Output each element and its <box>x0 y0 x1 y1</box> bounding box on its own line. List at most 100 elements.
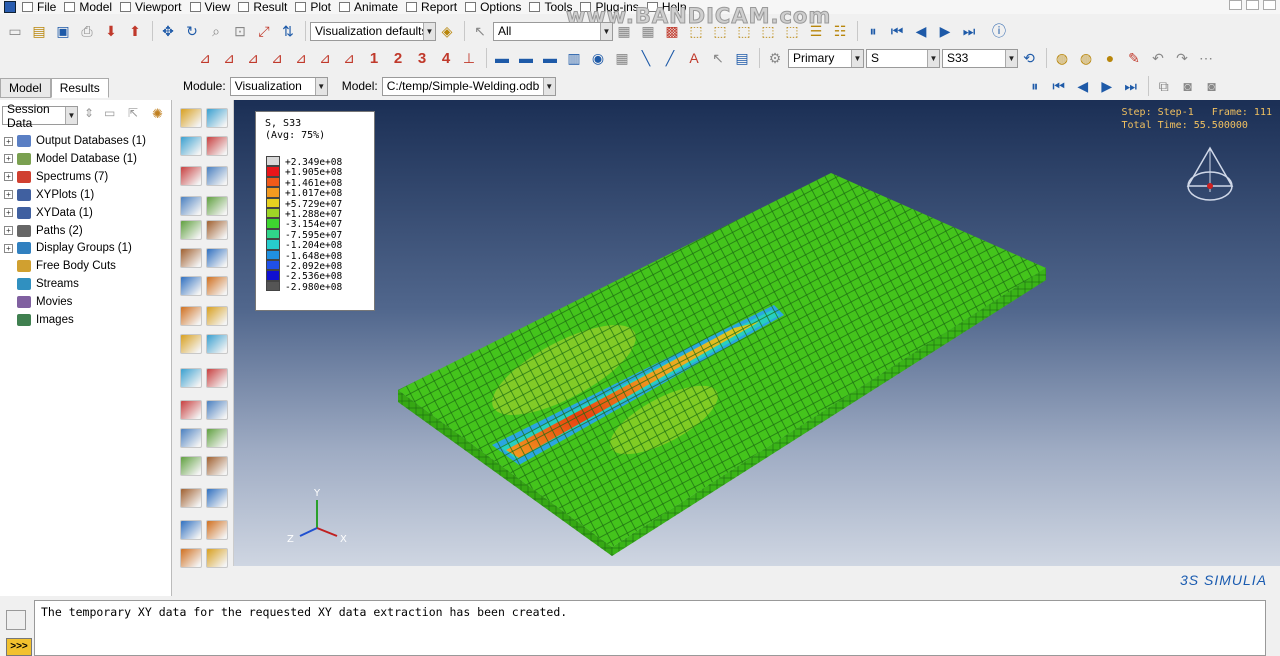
camera-icon[interactable]: ◙ <box>1201 76 1223 96</box>
render-number-2[interactable]: 2 <box>386 50 410 67</box>
tree-item[interactable]: + Model Database (1) <box>0 150 137 168</box>
menu-options[interactable]: Options <box>465 0 529 14</box>
viewport[interactable]: S, S33 (Avg: 75%) +2.349e+08 +1.905e+08 +1… <box>234 100 1280 566</box>
toolbox-tool-icon[interactable] <box>206 276 228 296</box>
display-group-icon[interactable]: ● <box>1099 48 1121 68</box>
toolbox-tool-icon[interactable] <box>180 548 202 568</box>
render-shaded-icon[interactable]: ▥ <box>563 48 585 68</box>
render-number-1[interactable]: 1 <box>362 50 386 67</box>
first-frame-icon[interactable]: ⏮ <box>1048 76 1070 96</box>
toolbox-tool-icon[interactable] <box>206 428 228 448</box>
toolbox-tool-icon[interactable] <box>206 456 228 476</box>
expand-toggle-icon[interactable]: + <box>4 243 13 253</box>
toolbox-tool-icon[interactable] <box>206 548 228 568</box>
menu-viewport[interactable]: Viewport <box>120 0 189 14</box>
expand-toggle-icon[interactable]: + <box>4 190 13 200</box>
toolbox-tool-icon[interactable] <box>180 276 202 296</box>
toolbox-tool-icon[interactable] <box>180 306 202 326</box>
render-filled-icon[interactable]: ▬ <box>539 48 561 68</box>
expand-toggle-icon[interactable]: + <box>4 172 13 182</box>
tools-icon[interactable]: ✎ <box>1123 48 1145 68</box>
grid-icon[interactable]: ▦ <box>611 48 633 68</box>
first-frame-icon[interactable]: ⏮ <box>886 21 908 41</box>
toolbox-tool-icon[interactable] <box>206 166 228 186</box>
expand-toggle-icon[interactable]: + <box>4 208 13 218</box>
pan-icon[interactable]: ✥ <box>157 21 179 41</box>
toolbox-tool-icon[interactable] <box>180 248 202 268</box>
selection-option-icon[interactable]: ▩ <box>661 21 683 41</box>
toolbox-tool-icon[interactable] <box>206 368 228 388</box>
selection-option-icon[interactable]: ▦ <box>613 21 635 41</box>
tree-item[interactable]: Free Body Cuts <box>0 257 116 275</box>
tree-item[interactable]: + Spectrums (7) <box>0 168 108 186</box>
toolbox-tool-icon[interactable] <box>206 248 228 268</box>
view-cube-icon[interactable]: ⬚ <box>733 21 755 41</box>
open-file-icon[interactable]: ▤ <box>28 21 50 41</box>
menu-view[interactable]: View <box>189 0 239 14</box>
magnify-icon[interactable]: ⌕ <box>205 21 227 41</box>
import-icon[interactable]: ⬇ <box>100 21 122 41</box>
undo-icon[interactable]: ↶ <box>1147 48 1169 68</box>
view-cube-icon[interactable]: ⬚ <box>781 21 803 41</box>
tree-item[interactable]: Streams <box>0 275 79 293</box>
toolbox-tool-icon[interactable] <box>206 488 228 508</box>
info-icon[interactable]: ⓘ <box>988 21 1010 41</box>
abaqus-app-icon[interactable] <box>4 1 16 13</box>
perspective-icon[interactable]: ◉ <box>587 48 609 68</box>
tree-item[interactable]: + Output Databases (1) <box>0 132 146 150</box>
view-zy-icon[interactable]: ⊿ <box>314 48 336 68</box>
filter-icon[interactable]: ⇕ <box>84 106 94 120</box>
selection-option-icon[interactable]: ▦ <box>637 21 659 41</box>
menu-model[interactable]: Model <box>64 0 120 14</box>
view-cube-icon[interactable]: ⬚ <box>709 21 731 41</box>
export-movie-icon[interactable]: ⧉ <box>1153 76 1175 96</box>
toolbox-tool-icon[interactable] <box>180 196 202 216</box>
triad-view-icon[interactable]: ⊥ <box>458 48 480 68</box>
print-icon[interactable]: ⎙ <box>76 21 98 41</box>
toolbox-tool-icon[interactable] <box>206 334 228 354</box>
minimize-icon[interactable] <box>1229 0 1242 10</box>
render-number-3[interactable]: 3 <box>410 50 434 67</box>
tree-item[interactable]: + XYData (1) <box>0 204 93 222</box>
collapse-icon[interactable]: ⇱ <box>128 106 138 120</box>
more-icon[interactable]: ⋯ <box>1195 48 1217 68</box>
view-compass[interactable] <box>1186 146 1234 201</box>
module-select[interactable]: Visualization ▼ <box>229 76 328 96</box>
prev-frame-icon[interactable]: ◀ <box>910 21 932 41</box>
view-iso-icon[interactable]: ⊿ <box>266 48 288 68</box>
view-defaults-select[interactable]: Visualization defaults ▼ <box>310 21 436 41</box>
session-data-select[interactable]: Session Data ▼ <box>2 102 78 130</box>
ruler-icon[interactable]: ☷ <box>829 21 851 41</box>
view-cube-icon[interactable]: ⬚ <box>757 21 779 41</box>
variable-type-select[interactable]: Primary ▼ <box>788 48 864 68</box>
tree-item[interactable]: + Display Groups (1) <box>0 239 132 257</box>
menu-report[interactable]: Report <box>406 0 465 14</box>
view-xy-icon[interactable]: ⊿ <box>194 48 216 68</box>
select-cursor-icon[interactable]: ↖ <box>469 21 491 41</box>
toolbox-tool-icon[interactable] <box>180 166 202 186</box>
last-frame-icon[interactable]: ⏭ <box>1120 76 1142 96</box>
model-plot[interactable]: Y X Z <box>234 100 1280 566</box>
menu-plot[interactable]: Plot <box>295 0 339 14</box>
last-frame-icon[interactable]: ⏭ <box>958 21 980 41</box>
next-frame-icon[interactable]: ▶ <box>934 21 956 41</box>
render-hidden-icon[interactable]: ▬ <box>515 48 537 68</box>
toolbox-tool-icon[interactable] <box>180 400 202 420</box>
ruler-icon[interactable]: ☰ <box>805 21 827 41</box>
toolbox-tool-icon[interactable] <box>180 368 202 388</box>
tree-item[interactable]: + Paths (2) <box>0 222 83 240</box>
save-icon[interactable]: ▣ <box>52 21 74 41</box>
cycle-views-icon[interactable]: ⇅ <box>277 21 299 41</box>
menu-animate[interactable]: Animate <box>339 0 406 14</box>
toolbox-tool-icon[interactable] <box>180 428 202 448</box>
new-file-icon[interactable]: ▭ <box>4 21 26 41</box>
toolbox-tool-icon[interactable] <box>206 108 228 128</box>
selection-filter-select[interactable]: All ▼ <box>493 21 613 41</box>
redo-icon[interactable]: ↷ <box>1171 48 1193 68</box>
display-group-icon[interactable]: ◍ <box>1051 48 1073 68</box>
settings-icon[interactable]: ✺ <box>152 106 163 122</box>
toolbox-tool-icon[interactable] <box>180 108 202 128</box>
tree-item[interactable]: + XYPlots (1) <box>0 186 94 204</box>
toolbox-tool-icon[interactable] <box>206 400 228 420</box>
view-options-icon[interactable]: ◈ <box>436 21 458 41</box>
